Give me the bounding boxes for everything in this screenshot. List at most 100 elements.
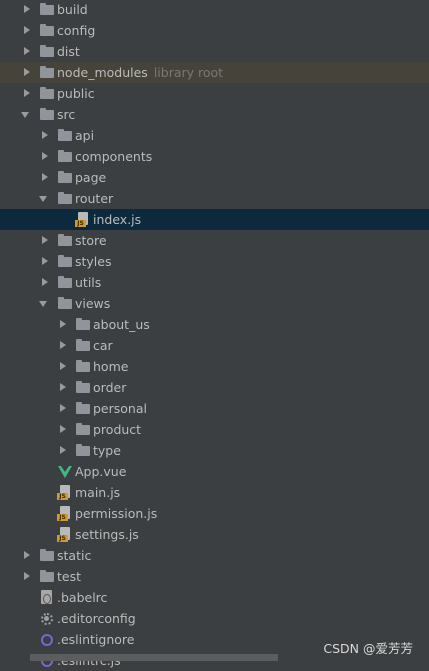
tree-item-label: config — [57, 23, 96, 38]
tree-item-settings-js[interactable]: settings.js — [0, 524, 429, 545]
tree-item-label: static — [57, 548, 92, 563]
eslint-icon — [39, 632, 55, 648]
tree-item-node-modules[interactable]: node_modules library root — [0, 62, 429, 83]
folder-icon — [75, 380, 91, 396]
tree-item-label: main.js — [75, 485, 121, 500]
tree-item-label: index.js — [93, 212, 142, 227]
tree-item-label: page — [75, 170, 107, 185]
node-modules-name: node_modules — [57, 65, 148, 80]
chevron-right-icon[interactable] — [40, 125, 50, 146]
csdn-watermark: CSDN @爱芳芳 — [323, 641, 413, 656]
tree-item-label: .editorconfig — [57, 611, 136, 626]
folder-icon — [75, 401, 91, 417]
tree-item-router[interactable]: router — [0, 188, 429, 209]
chevron-right-icon[interactable] — [58, 335, 68, 356]
tree-item-views[interactable]: views — [0, 293, 429, 314]
chevron-right-icon[interactable] — [22, 566, 32, 587]
chevron-right-icon[interactable] — [58, 419, 68, 440]
tree-item-label: permission.js — [75, 506, 158, 521]
tree-item-label: router — [75, 191, 114, 206]
tree-item-utils[interactable]: utils — [0, 272, 429, 293]
chevron-right-icon[interactable] — [58, 356, 68, 377]
tree-item-api[interactable]: api — [0, 125, 429, 146]
project-tree: build config dist node_modules library ro… — [0, 0, 429, 671]
folder-icon — [39, 23, 55, 39]
chevron-right-icon[interactable] — [22, 83, 32, 104]
chevron-right-icon[interactable] — [58, 440, 68, 461]
chevron-right-icon[interactable] — [40, 230, 50, 251]
chevron-right-icon[interactable] — [40, 251, 50, 272]
chevron-right-icon[interactable] — [58, 314, 68, 335]
tree-item-label: store — [75, 233, 107, 248]
folder-icon — [57, 254, 73, 270]
tree-item-main-js[interactable]: main.js — [0, 482, 429, 503]
tree-item-public[interactable]: public — [0, 83, 429, 104]
folder-icon — [57, 275, 73, 291]
tree-item-label: node_modules library root — [57, 62, 223, 83]
chevron-right-icon[interactable] — [22, 20, 32, 41]
folder-icon — [57, 233, 73, 249]
tree-item-label: views — [75, 296, 111, 311]
chevron-down-icon[interactable] — [39, 293, 49, 314]
tree-item-editorconfig[interactable]: .editorconfig — [0, 608, 429, 629]
chevron-down-icon[interactable] — [39, 188, 49, 209]
gear-icon — [39, 611, 55, 627]
tree-item-label: components — [75, 149, 153, 164]
folder-icon — [39, 44, 55, 60]
tree-item-label: type — [93, 443, 121, 458]
tree-item-src[interactable]: src — [0, 104, 429, 125]
tree-item-label: App.vue — [75, 464, 127, 479]
tree-item-type[interactable]: type — [0, 440, 429, 461]
folder-icon — [39, 569, 55, 585]
folder-icon — [75, 317, 91, 333]
chevron-down-icon[interactable] — [21, 104, 31, 125]
folder-icon — [75, 443, 91, 459]
tree-item-label: styles — [75, 254, 112, 269]
tree-item-personal[interactable]: personal — [0, 398, 429, 419]
tree-item-styles[interactable]: styles — [0, 251, 429, 272]
folder-icon — [75, 422, 91, 438]
chevron-right-icon[interactable] — [22, 41, 32, 62]
horizontal-scrollbar[interactable] — [30, 654, 278, 661]
chevron-right-icon[interactable] — [58, 377, 68, 398]
folder-icon — [39, 2, 55, 18]
tree-item-permission-js[interactable]: permission.js — [0, 503, 429, 524]
tree-item-config[interactable]: config — [0, 20, 429, 41]
tree-item-car[interactable]: car — [0, 335, 429, 356]
tree-item-home[interactable]: home — [0, 356, 429, 377]
folder-icon — [39, 548, 55, 564]
tree-item-dist[interactable]: dist — [0, 41, 429, 62]
js-file-icon — [57, 485, 73, 501]
tree-item-label: utils — [75, 275, 102, 290]
tree-item-app-vue[interactable]: App.vue — [0, 461, 429, 482]
js-file-icon — [57, 527, 73, 543]
chevron-right-icon[interactable] — [22, 545, 32, 566]
chevron-right-icon[interactable] — [22, 0, 32, 20]
tree-item-store[interactable]: store — [0, 230, 429, 251]
folder-icon — [39, 107, 55, 123]
tree-item-label: build — [57, 2, 88, 17]
chevron-right-icon[interactable] — [40, 167, 50, 188]
folder-icon — [57, 149, 73, 165]
tree-item-label: .babelrc — [57, 590, 108, 605]
tree-item-page[interactable]: page — [0, 167, 429, 188]
chevron-right-icon[interactable] — [58, 398, 68, 419]
tree-item-label: api — [75, 128, 95, 143]
tree-item-static[interactable]: static — [0, 545, 429, 566]
tree-item-order[interactable]: order — [0, 377, 429, 398]
vue-file-icon — [57, 464, 73, 480]
tree-item-label: order — [93, 380, 127, 395]
folder-icon — [57, 191, 73, 207]
folder-icon — [75, 359, 91, 375]
tree-item-components[interactable]: components — [0, 146, 429, 167]
tree-item-test[interactable]: test — [0, 566, 429, 587]
tree-item-build[interactable]: build — [0, 0, 429, 20]
tree-item-product[interactable]: product — [0, 419, 429, 440]
chevron-right-icon[interactable] — [40, 146, 50, 167]
tree-item-label: about_us — [93, 317, 150, 332]
tree-item-babelrc[interactable]: .babelrc — [0, 587, 429, 608]
tree-item-router-index-js[interactable]: index.js — [0, 209, 429, 230]
tree-item-about-us[interactable]: about_us — [0, 314, 429, 335]
chevron-right-icon[interactable] — [40, 272, 50, 293]
chevron-right-icon[interactable] — [22, 62, 32, 83]
